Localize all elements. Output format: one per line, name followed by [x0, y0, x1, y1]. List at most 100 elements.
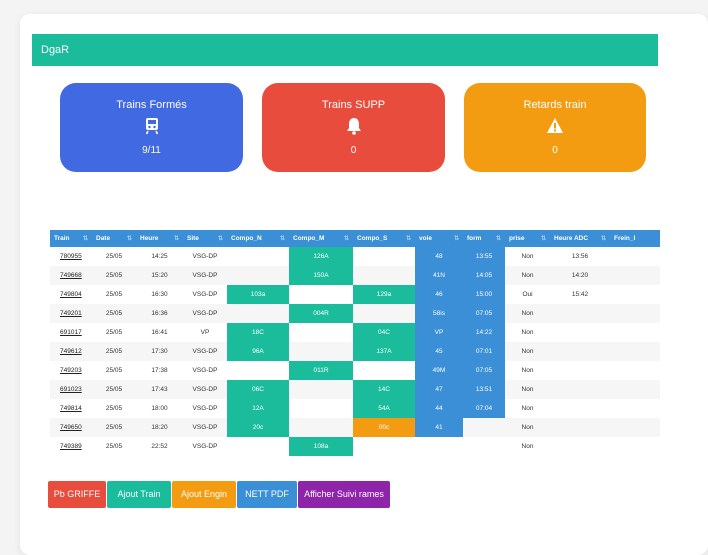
- table-cell: 16:36: [136, 304, 183, 323]
- table-cell: 47: [415, 380, 463, 399]
- table-cell: [353, 361, 415, 380]
- column-header-train[interactable]: Train ⇅: [50, 230, 92, 247]
- stat-card-retards-train[interactable]: Retards train 0: [464, 83, 646, 172]
- table-cell: 06C: [227, 380, 289, 399]
- stat-card-trains-supp[interactable]: Trains SUPP 0: [262, 83, 445, 172]
- table-cell: 25/05: [105, 329, 123, 336]
- sort-icon[interactable]: ⇅: [127, 235, 132, 242]
- train-number-link[interactable]: 749804: [50, 285, 92, 304]
- table-cell: [227, 361, 289, 380]
- column-header-label: Compo_S: [357, 235, 388, 242]
- column-header-label: Heure ADC: [554, 235, 589, 242]
- sort-icon[interactable]: ⇅: [174, 235, 179, 242]
- column-header-label: form: [467, 235, 482, 242]
- trains-table-container[interactable]: Train ⇅ Date ⇅ Heure ⇅ Site ⇅ Compo_N ⇅ Compo_M ⇅ Co…: [50, 230, 660, 462]
- train-number-link[interactable]: 749814: [50, 399, 92, 418]
- table-header-row: Train ⇅ Date ⇅ Heure ⇅ Site ⇅ Compo_N ⇅ Compo_M ⇅ Co…: [50, 230, 660, 247]
- column-header-compo-m[interactable]: Compo_M ⇅: [289, 230, 353, 247]
- column-header-label: Frein_I: [614, 235, 636, 242]
- column-header-label: Site: [187, 235, 199, 242]
- stat-title: Trains Formés: [116, 99, 187, 111]
- table-cell: Non: [505, 266, 550, 285]
- table-cell: [415, 437, 463, 456]
- train-number-link[interactable]: 749389: [50, 437, 92, 456]
- table-cell: [353, 247, 415, 266]
- table-row[interactable]: 691017 25/05 16:41 VP 18C 04C VP 14:22 Non: [50, 323, 660, 342]
- train-number-link[interactable]: 691017: [50, 323, 92, 342]
- train-number-link[interactable]: 749668: [50, 266, 92, 285]
- sort-icon[interactable]: ⇅: [601, 235, 606, 242]
- table-cell: [463, 437, 505, 456]
- pb-griffe-button[interactable]: Pb GRIFFE: [48, 481, 106, 508]
- column-header-heure-adc[interactable]: Heure ADC ⇅: [550, 230, 610, 247]
- stat-value: 0: [552, 145, 558, 156]
- column-header-frein-i[interactable]: Frein_I: [610, 230, 660, 247]
- column-header-form[interactable]: form ⇅: [463, 230, 505, 247]
- table-cell: [550, 323, 610, 342]
- column-header-heure[interactable]: Heure ⇅: [136, 230, 183, 247]
- table-cell: [227, 304, 289, 323]
- train-number-link[interactable]: 749650: [50, 418, 92, 437]
- ajout-train-button[interactable]: Ajout Train: [107, 481, 171, 508]
- column-header-prise[interactable]: prise ⇅: [505, 230, 550, 247]
- train-number-link[interactable]: 749612: [50, 342, 92, 361]
- table-row[interactable]: 691023 25/05 17:43 VSG-DP 06C 14C 47 13:51 Non: [50, 380, 660, 399]
- table-cell: VP: [200, 329, 210, 336]
- sort-icon[interactable]: ⇅: [541, 235, 546, 242]
- sort-icon[interactable]: ⇅: [280, 235, 285, 242]
- table-cell: 96A: [227, 342, 289, 361]
- column-header-voie[interactable]: voie ⇅: [415, 230, 463, 247]
- column-header-label: prise: [509, 235, 525, 242]
- nett-pdf-button[interactable]: NETT PDF: [237, 481, 297, 508]
- column-header-date[interactable]: Date ⇅: [92, 230, 136, 247]
- sort-icon[interactable]: ⇅: [218, 235, 223, 242]
- table-cell: [289, 323, 353, 342]
- table-cell: [289, 418, 353, 437]
- train-number-link[interactable]: 780955: [50, 247, 92, 266]
- table-cell: 45: [415, 342, 463, 361]
- table-row[interactable]: 749668 25/05 15:20 VSG-DP 150A 41N 14:05 Non 14:…: [50, 266, 660, 285]
- table-cell: [289, 399, 353, 418]
- sort-icon[interactable]: ⇅: [454, 235, 459, 242]
- table-row[interactable]: 749650 25/05 18:20 VSG-DP 20c 00c 41 Non: [50, 418, 660, 437]
- column-header-site[interactable]: Site ⇅: [183, 230, 227, 247]
- table-row[interactable]: 749814 25/05 18:00 VSG-DP 12A 54A 44 07:04 Non: [50, 399, 660, 418]
- table-cell: 137A: [353, 342, 415, 361]
- table-cell: 011R: [289, 361, 353, 380]
- table-row[interactable]: 749389 25/05 22:52 VSG-DP 108a Non: [50, 437, 660, 456]
- table-cell: [550, 342, 610, 361]
- table-cell: [610, 361, 660, 380]
- table-cell: [610, 247, 660, 266]
- train-number-link[interactable]: 691023: [50, 380, 92, 399]
- table-row[interactable]: 749612 25/05 17:30 VSG-DP 96A 137A 45 07:01 Non: [50, 342, 660, 361]
- column-header-compo-s[interactable]: Compo_S ⇅: [353, 230, 415, 247]
- table-cell: 16:30: [151, 291, 168, 298]
- table-row[interactable]: 749203 25/05 17:38 VSG-DP 011R 49M 07:05 Non: [50, 361, 660, 380]
- sort-icon[interactable]: ⇅: [83, 235, 88, 242]
- train-number-link[interactable]: 749201: [50, 304, 92, 323]
- sort-icon[interactable]: ⇅: [344, 235, 349, 242]
- table-cell: 15:42: [571, 291, 589, 298]
- table-row[interactable]: 749201 25/05 16:36 VSG-DP 004R 58is 07:05 Non: [50, 304, 660, 323]
- stat-title: Trains SUPP: [321, 99, 386, 111]
- table-row[interactable]: 749804 25/05 16:30 VSG-DP 103a 129a 46 15:00 Oui…: [50, 285, 660, 304]
- table-cell: [610, 304, 660, 323]
- table-cell: 126A: [289, 247, 353, 266]
- sort-icon[interactable]: ⇅: [406, 235, 411, 242]
- ajout-engin-button[interactable]: Ajout Engin: [172, 481, 236, 508]
- afficher-suivi-rames-button[interactable]: Afficher Suivi rames: [298, 481, 390, 508]
- table-cell: Non: [505, 304, 550, 323]
- table-cell: [610, 342, 660, 361]
- column-header-label: Date: [96, 235, 111, 242]
- table-cell: Non: [505, 380, 550, 399]
- train-icon: [60, 117, 243, 137]
- table-cell: 20c: [227, 418, 289, 437]
- table-cell: 41N: [415, 266, 463, 285]
- table-cell: 25/05: [105, 367, 123, 374]
- sort-icon[interactable]: ⇅: [496, 235, 501, 242]
- train-number-link[interactable]: 749203: [50, 361, 92, 380]
- column-header-compo-n[interactable]: Compo_N ⇅: [227, 230, 289, 247]
- bell-icon: [262, 117, 445, 137]
- stat-card-trains-formes[interactable]: Trains Formés 9/11: [60, 83, 243, 172]
- table-row[interactable]: 780955 25/05 14:25 VSG-DP 126A 48 13:55 Non 13:5…: [50, 247, 660, 266]
